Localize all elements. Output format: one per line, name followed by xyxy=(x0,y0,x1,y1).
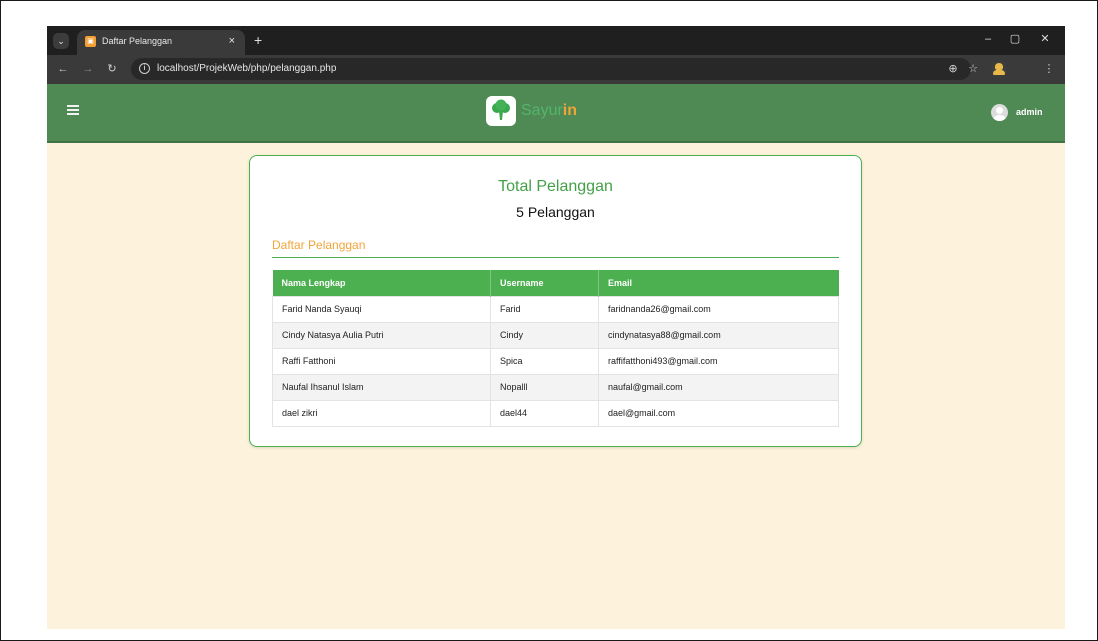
table-row: Raffi Fatthoni Spica raffifatthoni493@gm… xyxy=(272,347,839,375)
plus-icon[interactable]: + xyxy=(254,32,262,48)
tab-title: Daftar Pelanggan xyxy=(102,36,173,46)
table-row: dael zikri dael44 dael@gmail.com xyxy=(272,399,839,427)
window-close-icon[interactable]: ✕ xyxy=(1037,32,1053,46)
info-icon[interactable]: i xyxy=(139,63,150,74)
browser-toolbar: ← → ↻ i localhost/ProjekWeb/php/pelangga… xyxy=(47,55,1065,84)
minimize-icon[interactable]: – xyxy=(980,32,996,46)
cell-name: dael zikri xyxy=(272,399,491,427)
customer-count: 5 Pelanggan xyxy=(516,204,595,220)
cell-email: naufal@gmail.com xyxy=(598,373,839,401)
star-icon[interactable]: ☆ xyxy=(965,62,981,76)
cell-username: Spica xyxy=(490,347,599,375)
table-row: Naufal Ihsanul Islam Nopalll naufal@gmai… xyxy=(272,373,839,401)
forward-icon[interactable]: → xyxy=(81,62,95,76)
column-header-name: Nama Lengkap xyxy=(272,270,491,296)
cell-username: Nopalll xyxy=(490,373,599,401)
customer-table: Nama Lengkap Username Email Farid Nanda … xyxy=(272,270,839,427)
card-title: Total Pelanggan xyxy=(498,178,613,195)
url-text[interactable]: localhost/ProjekWeb/php/pelanggan.php xyxy=(157,63,336,74)
cell-name: Raffi Fatthoni xyxy=(272,347,491,375)
address-bar[interactable]: i localhost/ProjekWeb/php/pelanggan.php xyxy=(131,58,971,80)
kebab-menu-icon[interactable]: ⋮ xyxy=(1041,62,1057,76)
cell-email: faridnanda26@gmail.com xyxy=(598,295,839,323)
section-title: Daftar Pelanggan xyxy=(272,238,366,252)
hamburger-menu-icon[interactable] xyxy=(67,105,79,115)
cell-name: Cindy Natasya Aulia Putri xyxy=(272,321,491,349)
app-header: Sayurin admin xyxy=(47,84,1065,143)
profile-icon[interactable] xyxy=(991,61,1007,77)
tab-search-icon[interactable]: ⌄ xyxy=(53,33,69,49)
cell-username: Cindy xyxy=(490,321,599,349)
section-divider xyxy=(272,257,839,258)
cell-name: Naufal Ihsanul Islam xyxy=(272,373,491,401)
zoom-icon[interactable]: ⊕ xyxy=(945,62,961,76)
cell-email: dael@gmail.com xyxy=(598,399,839,427)
table-row: Cindy Natasya Aulia Putri Cindy cindynat… xyxy=(272,321,839,349)
tab-strip: ⌄ ▣ Daftar Pelanggan × + – ▢ ✕ xyxy=(47,26,1065,55)
cell-email: cindynatasya88@gmail.com xyxy=(598,321,839,349)
column-header-username: Username xyxy=(490,270,599,296)
cell-name: Farid Nanda Syauqi xyxy=(272,295,491,323)
cell-email: raffifatthoni493@gmail.com xyxy=(598,347,839,375)
reload-icon[interactable]: ↻ xyxy=(105,62,119,76)
close-icon[interactable]: × xyxy=(229,35,235,47)
brand-prefix: Sayur xyxy=(521,102,563,119)
brand-name: Sayurin xyxy=(521,102,577,120)
restore-icon[interactable]: ▢ xyxy=(1007,32,1023,46)
column-header-email: Email xyxy=(598,270,839,296)
user-name[interactable]: admin xyxy=(1016,107,1043,117)
user-avatar-icon[interactable] xyxy=(991,104,1008,121)
cell-username: Farid xyxy=(490,295,599,323)
table-header-row: Nama Lengkap Username Email xyxy=(272,270,839,296)
table-row: Farid Nanda Syauqi Farid faridnanda26@gm… xyxy=(272,295,839,323)
favicon-icon: ▣ xyxy=(85,36,96,47)
cell-username: dael44 xyxy=(490,399,599,427)
back-icon[interactable]: ← xyxy=(56,62,70,76)
browser-window: ⌄ ▣ Daftar Pelanggan × + – ▢ ✕ ← → ↻ i l… xyxy=(47,26,1065,629)
screenshot-frame: ⌄ ▣ Daftar Pelanggan × + – ▢ ✕ ← → ↻ i l… xyxy=(0,0,1098,641)
customer-card: Total Pelanggan 5 Pelanggan Daftar Pelan… xyxy=(249,155,862,447)
browser-tab[interactable]: ▣ Daftar Pelanggan × xyxy=(77,30,245,55)
broccoli-logo-icon xyxy=(486,96,516,126)
brand-suffix: in xyxy=(562,102,578,119)
